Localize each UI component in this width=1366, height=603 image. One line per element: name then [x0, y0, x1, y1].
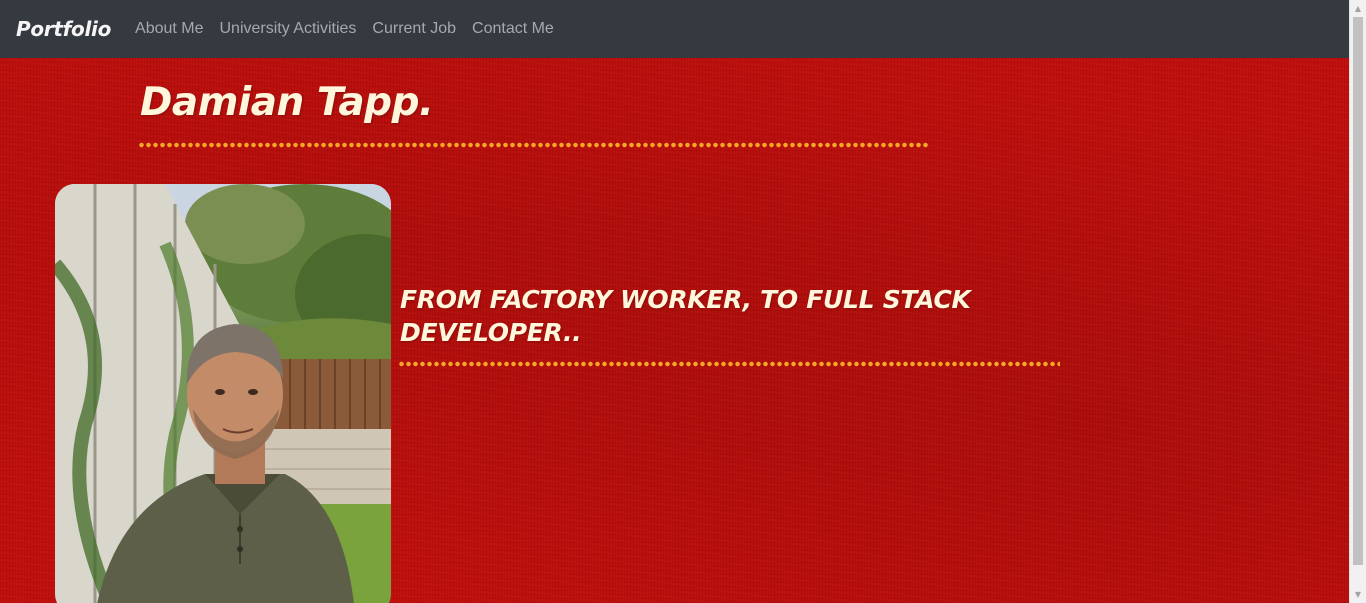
page: Portfolio About Me University Activities… — [0, 0, 1366, 603]
nav-link-university-activities[interactable]: University Activities — [220, 20, 357, 38]
brand-link[interactable]: Portfolio — [16, 17, 111, 41]
profile-photo — [55, 184, 391, 603]
navbar: Portfolio About Me University Activities… — [0, 0, 1349, 58]
scroll-down-arrow-icon[interactable]: ▼ — [1350, 586, 1366, 603]
nav-link-contact-me[interactable]: Contact Me — [472, 20, 554, 38]
tagline: FROM FACTORY WORKER, TO FULL STACK DEVEL… — [400, 285, 971, 347]
scroll-up-arrow-icon[interactable]: ▲ — [1350, 0, 1366, 17]
nav-link-about-me[interactable]: About Me — [135, 20, 203, 38]
nav-links: About Me University Activities Current J… — [135, 20, 554, 38]
nav-link-current-job[interactable]: Current Job — [372, 20, 456, 38]
dotted-divider — [138, 142, 928, 148]
vertical-scrollbar[interactable]: ▲ ▼ — [1349, 0, 1366, 603]
page-title: Damian Tapp. — [140, 80, 434, 125]
dotted-divider — [398, 361, 1060, 367]
scrollbar-thumb[interactable] — [1353, 17, 1363, 565]
